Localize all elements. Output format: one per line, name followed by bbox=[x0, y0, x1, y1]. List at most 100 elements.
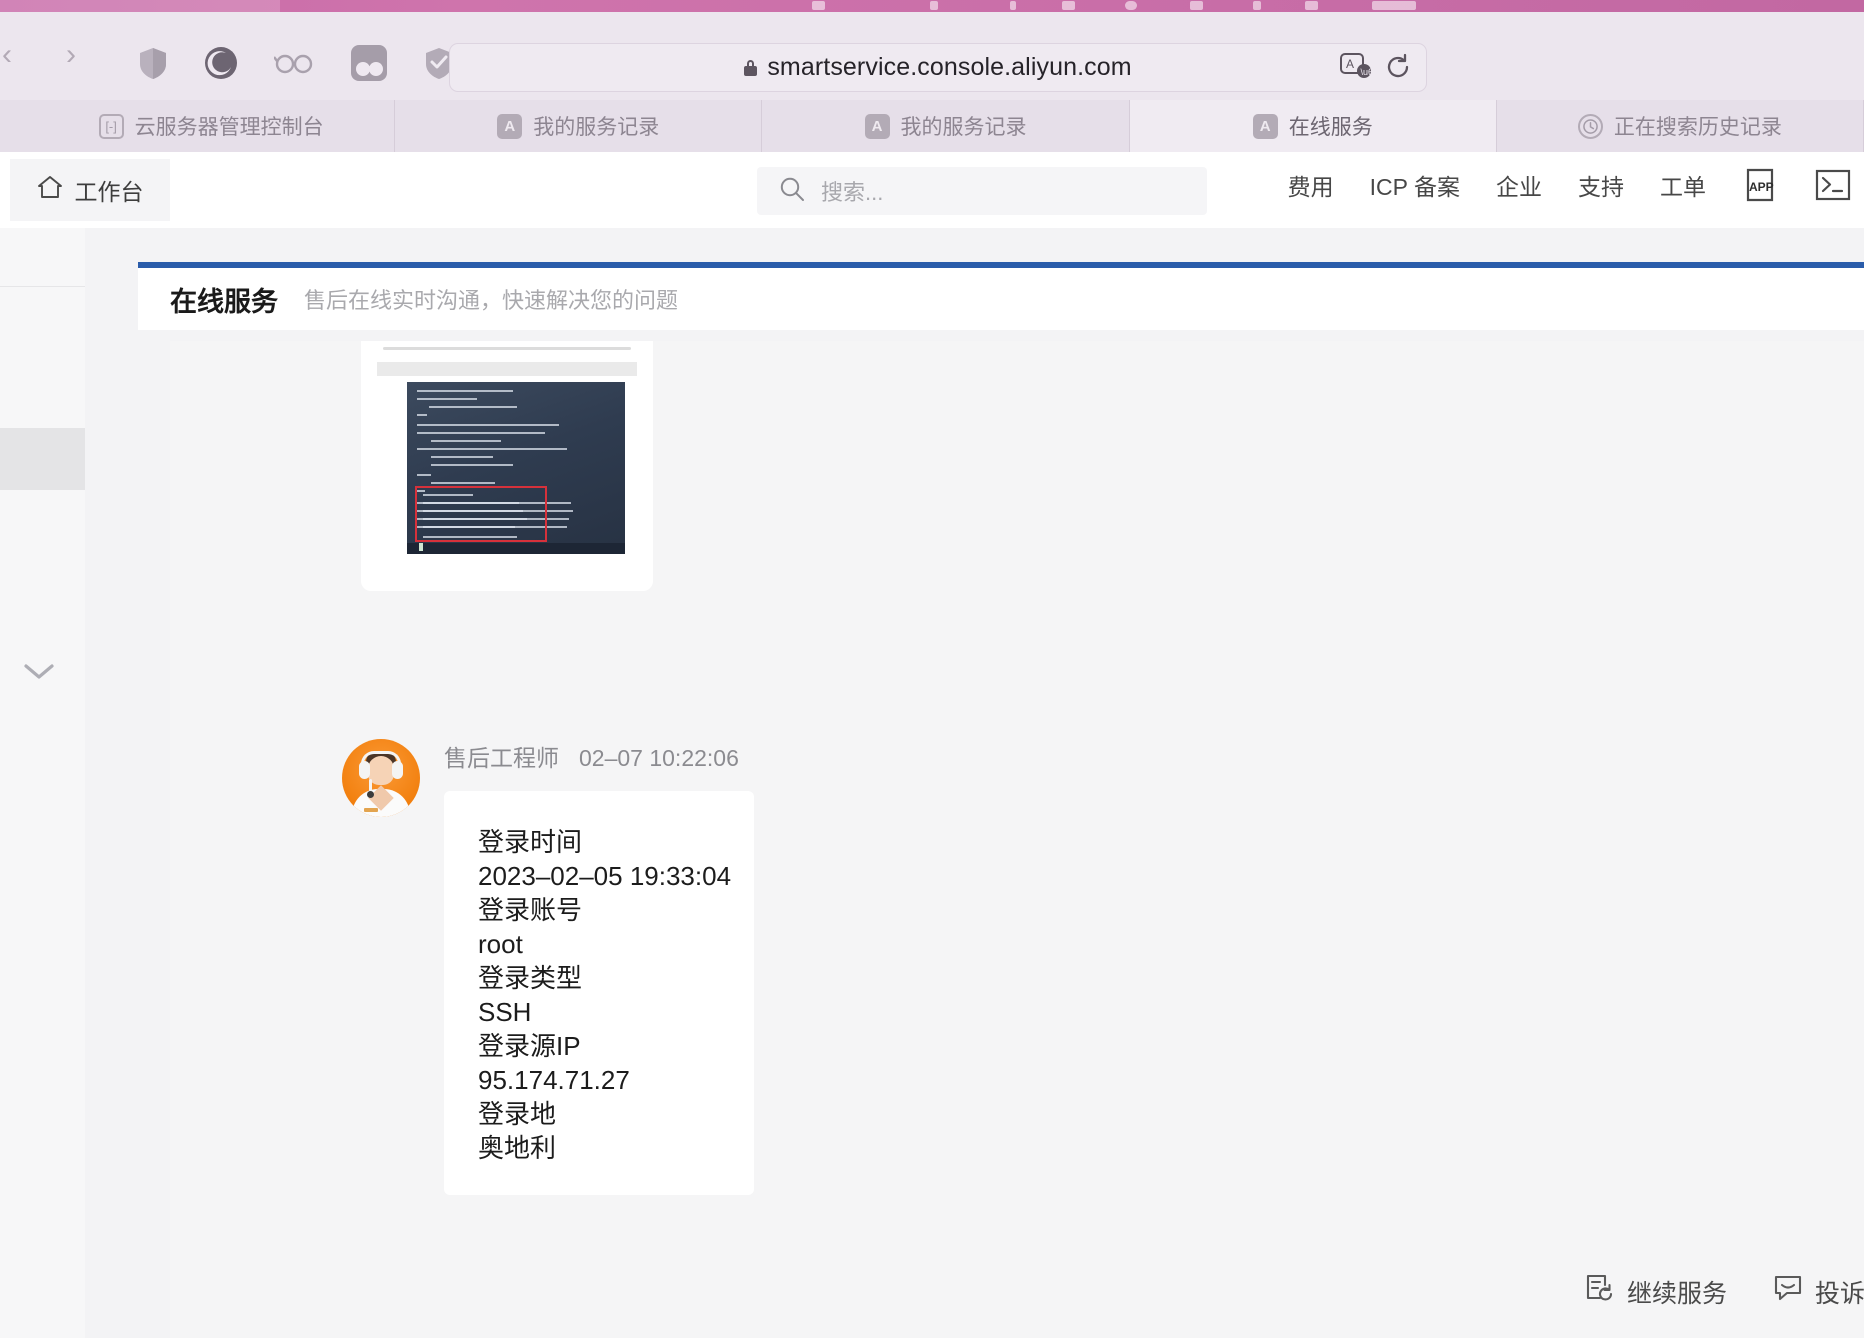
tab-cloud-server-console[interactable]: [-] 云服务器管理控制台 bbox=[28, 100, 396, 152]
menubar-icon[interactable] bbox=[812, 1, 825, 10]
workbench-button[interactable]: 工作台 bbox=[10, 159, 170, 221]
continue-service-button[interactable]: 继续服务 bbox=[1585, 1273, 1727, 1310]
svg-text:\u6587: \u6587 bbox=[1361, 67, 1373, 77]
header-link-icp[interactable]: ICP 备案 bbox=[1370, 168, 1460, 202]
search-placeholder: 搜索... bbox=[821, 180, 884, 205]
message-line: 2023–02–05 19:33:04 bbox=[478, 861, 732, 892]
menubar-icon[interactable] bbox=[1062, 1, 1075, 10]
terminal-screenshot[interactable] bbox=[407, 382, 625, 554]
tab-label: 我的服务记录 bbox=[900, 116, 1027, 139]
shield-icon[interactable] bbox=[138, 46, 168, 80]
tab-favicon-icon: A bbox=[1252, 113, 1278, 139]
menubar-icon[interactable] bbox=[1125, 1, 1137, 10]
message-line: 奥地利 bbox=[478, 1133, 557, 1164]
navigation-arrows: ‹ › bbox=[0, 40, 86, 70]
svg-text:APP: APP bbox=[1749, 180, 1774, 194]
tab-strip: [-] 云服务器管理控制台 A 我的服务记录 A 我的服务记录 A 在线服务 正… bbox=[0, 100, 1864, 152]
main-content: 在线服务 售后在线实时沟通，快速解决您的问题 售后工程师 02–07 10:22… bbox=[85, 228, 1864, 1338]
terminal-caret bbox=[419, 543, 423, 551]
chat-attachment-bubble[interactable] bbox=[361, 341, 653, 591]
tab-strip-edge bbox=[0, 100, 28, 152]
menubar-left-highlight bbox=[0, 0, 280, 12]
search-icon bbox=[779, 176, 805, 207]
header-link-enterprise[interactable]: 企业 bbox=[1496, 168, 1542, 202]
lock-icon bbox=[744, 59, 758, 76]
complaint-label: 投诉 bbox=[1814, 1279, 1864, 1308]
svg-text:A: A bbox=[1346, 57, 1354, 71]
page-title-bar: 在线服务 售后在线实时沟通，快速解决您的问题 bbox=[138, 268, 1864, 330]
message-sender: 售后工程师 bbox=[444, 745, 559, 771]
page-body: 在线服务 售后在线实时沟通，快速解决您的问题 售后工程师 02–07 10:22… bbox=[0, 228, 1864, 1338]
avatar bbox=[342, 739, 420, 817]
address-bar[interactable]: smartservice.console.aliyun.com A \u6587 bbox=[449, 43, 1427, 92]
service-card: 在线服务 售后在线实时沟通，快速解决您的问题 bbox=[138, 262, 1864, 330]
header-links: 费用 ICP 备案 企业 支持 工单 APP bbox=[1288, 166, 1864, 204]
toolbar-icons bbox=[138, 44, 454, 82]
terminal-status-bar bbox=[407, 543, 625, 554]
address-bar-actions: A \u6587 bbox=[1340, 53, 1412, 86]
tab-label: 云服务器管理控制台 bbox=[134, 116, 324, 139]
left-sidebar bbox=[0, 228, 85, 1338]
browser-chrome: ‹ › smartservice.console.aliyun.com A \u6… bbox=[0, 12, 1864, 100]
home-icon bbox=[37, 174, 63, 206]
tab-label: 我的服务记录 bbox=[533, 116, 660, 139]
complaint-button[interactable]: 投诉 bbox=[1773, 1274, 1864, 1310]
message-column: 售后工程师 02–07 10:22:06 登录时间 2023–02–05 19:… bbox=[444, 739, 754, 1196]
sidebar-item-selected[interactable] bbox=[0, 428, 85, 490]
attachment-placeholder-block bbox=[377, 362, 637, 376]
search-input[interactable]: 搜索... bbox=[757, 167, 1207, 215]
app-icon[interactable]: APP bbox=[1742, 166, 1778, 204]
message-line: SSH bbox=[478, 997, 532, 1028]
reader-glasses-icon[interactable] bbox=[274, 52, 314, 74]
clock-icon bbox=[1577, 113, 1603, 139]
message-timestamp: 02–07 10:22:06 bbox=[579, 745, 739, 771]
message-bubble[interactable]: 登录时间 2023–02–05 19:33:04 登录账号 root 登录类型 … bbox=[444, 791, 754, 1196]
header-link-fees[interactable]: 费用 bbox=[1288, 168, 1334, 202]
message-line: 登录账号 bbox=[478, 895, 583, 926]
back-button[interactable]: ‹ bbox=[0, 40, 22, 70]
menubar-icon[interactable] bbox=[1253, 1, 1261, 10]
header-link-tickets[interactable]: 工单 bbox=[1660, 168, 1706, 202]
message-line: 登录类型 bbox=[478, 963, 583, 994]
console-header: 工作台 搜索... 费用 ICP 备案 企业 支持 工单 APP bbox=[0, 152, 1864, 228]
chat-message: 售后工程师 02–07 10:22:06 登录时间 2023–02–05 19:… bbox=[342, 739, 754, 1196]
message-line: 95.174.71.27 bbox=[478, 1065, 630, 1096]
message-line: 登录时间 bbox=[478, 827, 583, 857]
menubar-icon[interactable] bbox=[1305, 1, 1318, 10]
tab-favicon-icon: A bbox=[864, 113, 890, 139]
message-line: 登录地 bbox=[478, 1099, 557, 1130]
forward-button[interactable]: › bbox=[56, 40, 86, 70]
attachment-placeholder-line bbox=[383, 347, 631, 350]
chevron-down-icon[interactable] bbox=[18, 656, 60, 686]
workbench-label: 工作台 bbox=[74, 179, 144, 205]
tab-searching-history[interactable]: 正在搜索历史记录 bbox=[1497, 100, 1864, 152]
complaint-icon bbox=[1773, 1274, 1803, 1309]
menubar-clock[interactable] bbox=[1372, 1, 1416, 10]
continue-service-label: 继续服务 bbox=[1626, 1279, 1727, 1308]
dark-mode-icon[interactable] bbox=[204, 46, 238, 80]
tab-label: 正在搜索历史记录 bbox=[1613, 116, 1782, 139]
url-text: smartservice.console.aliyun.com bbox=[767, 53, 1132, 81]
menubar-icon[interactable] bbox=[930, 1, 938, 10]
macos-menubar bbox=[0, 0, 1864, 12]
menubar-icon[interactable] bbox=[1010, 1, 1016, 10]
sidebar-divider bbox=[0, 286, 85, 287]
chat-transcript[interactable]: 售后工程师 02–07 10:22:06 登录时间 2023–02–05 19:… bbox=[170, 341, 1864, 1338]
page-subtitle: 售后在线实时沟通，快速解决您的问题 bbox=[304, 288, 679, 313]
tab-online-service[interactable]: A 在线服务 bbox=[1129, 100, 1497, 152]
tab-my-service-records-1[interactable]: A 我的服务记录 bbox=[395, 100, 763, 152]
terminal-icon[interactable] bbox=[1814, 166, 1852, 204]
tab-favicon-icon: [-] bbox=[98, 113, 124, 139]
reload-icon[interactable] bbox=[1384, 53, 1412, 86]
continue-service-icon bbox=[1585, 1273, 1615, 1310]
message-line: root bbox=[478, 929, 523, 960]
extension-icon[interactable] bbox=[350, 44, 388, 82]
translate-icon[interactable]: A \u6587 bbox=[1340, 53, 1388, 86]
menubar-icon[interactable] bbox=[1190, 1, 1203, 10]
chat-bottom-actions: 继续服务 投诉 bbox=[1585, 1273, 1864, 1310]
tab-label: 在线服务 bbox=[1288, 116, 1373, 139]
message-meta: 售后工程师 02–07 10:22:06 bbox=[444, 739, 754, 773]
message-line: 登录源IP bbox=[478, 1031, 581, 1062]
tab-my-service-records-2[interactable]: A 我的服务记录 bbox=[762, 100, 1130, 152]
header-link-support[interactable]: 支持 bbox=[1578, 168, 1624, 202]
